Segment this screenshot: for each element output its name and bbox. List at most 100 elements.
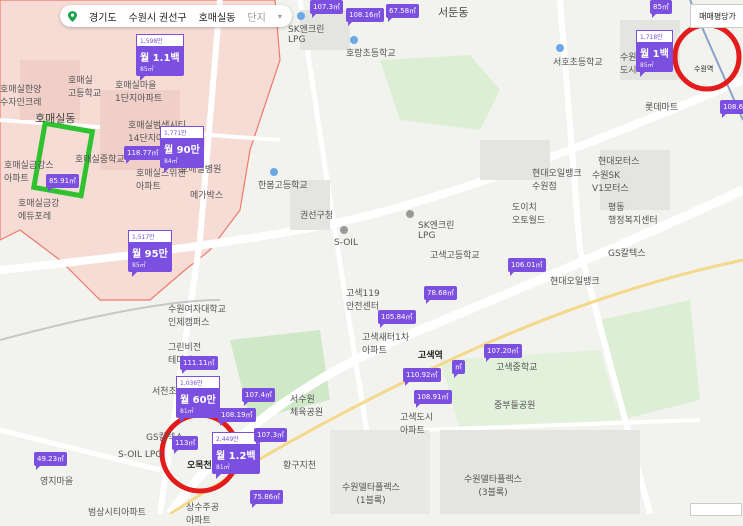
price-bubble[interactable]: 111.11㎡ xyxy=(180,356,218,374)
price-bubble[interactable]: 107.4㎡ xyxy=(242,388,276,406)
price-card-top: 1,517만 xyxy=(128,230,172,243)
poi-multi3: 수원델타플렉스 (3블록) xyxy=(464,475,522,498)
poi-s-oil-lpg: S-OIL LPG xyxy=(118,450,163,460)
price-card[interactable]: 1,517만 월 95만 85㎡ xyxy=(128,230,172,277)
price-card-area: 81㎡ xyxy=(216,464,230,471)
price-bubble[interactable]: 108.91㎡ xyxy=(414,390,452,408)
price-bubble[interactable]: 85㎡ xyxy=(650,0,672,18)
poi-hwanggu: 황구지천 xyxy=(283,461,317,471)
price-bubble[interactable]: 108.6㎡ xyxy=(720,100,743,118)
price-bubble[interactable]: 75.86㎡ xyxy=(250,490,284,508)
gas-station-icon xyxy=(406,210,414,218)
poi-hyundai-motor: 현대모터스 xyxy=(598,157,640,167)
poi-hyundai-oil2: 현대오일뱅크 xyxy=(550,277,600,287)
price-card[interactable]: 1,718만 월 1백 85㎡ xyxy=(636,30,673,77)
price-card[interactable]: 2,449만 월 1.2백 81㎡ xyxy=(212,432,260,479)
price-bubble[interactable]: 78.68㎡ xyxy=(424,286,458,304)
price-card-top: 1,718만 xyxy=(636,30,673,43)
price-card[interactable]: 1,771만 월 90만 84㎡ xyxy=(160,126,204,173)
poi-beomsan: 범상시티아파트 xyxy=(88,508,146,518)
price-bubble[interactable]: 49.23㎡ xyxy=(34,452,68,470)
poi-lotte-mart: 롯데마트 xyxy=(645,103,679,113)
location-breadcrumb[interactable]: 경기도 수원시 권선구 호매실동 단지 ▾ xyxy=(60,5,292,27)
price-bubble[interactable]: 110.92㎡ xyxy=(403,368,441,386)
breadcrumb-dong[interactable]: 호매실동 xyxy=(199,9,236,24)
breadcrumb-city[interactable]: 수원시 권선구 xyxy=(129,9,187,24)
poi-hosu-elem: 호랑초등학교 xyxy=(346,49,396,59)
price-card-top: 2,449만 xyxy=(212,432,260,445)
poi-sk-enclean-mid: SK엔크린 LPG xyxy=(418,221,455,241)
poi-gosaek-middle: 고색중학교 xyxy=(496,363,538,373)
poi-gs-elem: GS칼텍스 xyxy=(608,249,646,259)
poi-jungbu-park: 중부들공원 xyxy=(494,401,536,411)
price-bubble[interactable]: 107.3㎡ xyxy=(254,428,288,446)
price-card-price: 월 90만 xyxy=(164,145,200,156)
price-bubble[interactable]: 107.3㎡ xyxy=(310,0,344,18)
breadcrumb-complex-filter[interactable]: 단지 xyxy=(247,9,265,24)
price-card-area: 84㎡ xyxy=(164,158,178,165)
price-card-top: 1,036만 xyxy=(176,376,220,389)
poi-doji: 도이치 오토월드 xyxy=(512,203,546,226)
gas-station-icon xyxy=(340,226,348,234)
price-card-area: 85㎡ xyxy=(140,66,154,73)
map-corner-button[interactable] xyxy=(690,503,742,516)
school-icon xyxy=(350,36,358,44)
price-card-area: 81㎡ xyxy=(180,408,194,415)
price-card[interactable]: 1,598만 월 1.1백 85㎡ xyxy=(136,34,184,81)
price-card-price: 월 1.1백 xyxy=(140,53,180,64)
poi-sk-enclean-top: SK엔크린 LPG xyxy=(288,25,325,45)
poi-homaesil-middle: 호매실중학교 xyxy=(75,155,125,165)
price-card-price: 월 1.2백 xyxy=(216,451,256,462)
station-label-suwon[interactable]: 수원역 xyxy=(694,64,713,74)
price-mode-button[interactable]: 매매평당가 xyxy=(690,4,743,28)
price-bubble[interactable]: 106.01㎡ xyxy=(508,258,546,276)
poi-suwon-sk-v1: 수원SK V1모터스 xyxy=(592,171,629,194)
poi-hwadong: 평동 행정복지센터 xyxy=(608,203,658,226)
poi-gosaek-119: 고색119 안전센터 xyxy=(346,289,380,312)
area-label-seodun: 서둔동 xyxy=(438,6,469,19)
price-bubble[interactable]: 107.20㎡ xyxy=(484,344,522,362)
poi-megabox: 메가박스 xyxy=(190,191,224,201)
price-card-price: 월 60만 xyxy=(180,395,216,406)
area-label-homaesil: 호매실동 xyxy=(35,112,76,125)
school-icon xyxy=(297,12,305,20)
poi-sangsu: 상수주공 아파트 xyxy=(186,503,220,526)
poi-seosuwon-park: 서수원 체육공원 xyxy=(290,395,324,418)
school-icon xyxy=(270,168,278,176)
breadcrumb-province[interactable]: 경기도 xyxy=(89,9,117,24)
school-icon xyxy=(556,44,564,52)
map-pin-icon xyxy=(68,10,77,22)
price-bubble[interactable]: ㎡ xyxy=(452,360,465,378)
price-bubble[interactable]: 105.84㎡ xyxy=(378,310,416,328)
poi-seoho-elem: 서호초등학교 xyxy=(553,58,603,68)
poi-hyundai-oil: 현대오일뱅크 수원점 xyxy=(532,169,582,192)
price-bubble[interactable]: 67.58㎡ xyxy=(386,4,420,22)
poi-homaesil-village: 호매실마을 1단지아파트 xyxy=(115,81,163,104)
price-bubble[interactable]: 108.19㎡ xyxy=(218,408,256,426)
poi-s-oil: S-OIL xyxy=(334,238,358,248)
poi-yeongji: 영지마을 xyxy=(40,477,74,487)
price-card[interactable]: 1,036만 월 60만 81㎡ xyxy=(176,376,220,423)
price-bubble[interactable]: 85.91㎡ xyxy=(46,174,80,192)
poi-gosaek-newtown: 고색새터1차 아파트 xyxy=(362,333,410,356)
poi-suwon-women: 수원여자대학교 인제캠퍼스 xyxy=(168,305,226,328)
price-card-area: 85㎡ xyxy=(640,62,654,69)
poi-multi1: 수원델타플렉스 (1블록) xyxy=(342,483,400,506)
price-card-price: 월 95만 xyxy=(132,249,168,260)
station-label-gosaek[interactable]: 고색역 xyxy=(418,348,443,361)
poi-homaesil-sk: 호매실스위첸 아파트 xyxy=(136,169,186,192)
price-card-top: 1,598만 xyxy=(136,34,184,47)
price-card-area: 85㎡ xyxy=(132,262,146,269)
poi-hanil-high: 한봄고등학교 xyxy=(258,181,308,191)
poi-homaesil-high: 호매실 고등학교 xyxy=(68,76,102,99)
price-card-price: 월 1백 xyxy=(640,49,669,60)
price-card-top: 1,771만 xyxy=(160,126,204,139)
chevron-down-icon[interactable]: ▾ xyxy=(278,12,282,21)
price-bubble[interactable]: 108.16㎡ xyxy=(346,8,384,26)
poi-homaesil-lotte: 호매실금강 에듀포레 xyxy=(18,199,60,222)
price-bubble[interactable]: 113㎡ xyxy=(172,436,199,454)
poi-gwonseon-office: 권선구청 xyxy=(300,211,334,221)
poi-gosaek-apt: 고색도시 아파트 xyxy=(400,413,434,436)
poi-sujigu: 호매실한양 수자인크레 xyxy=(0,85,42,108)
price-bubble[interactable]: 118.77㎡ xyxy=(124,146,162,164)
